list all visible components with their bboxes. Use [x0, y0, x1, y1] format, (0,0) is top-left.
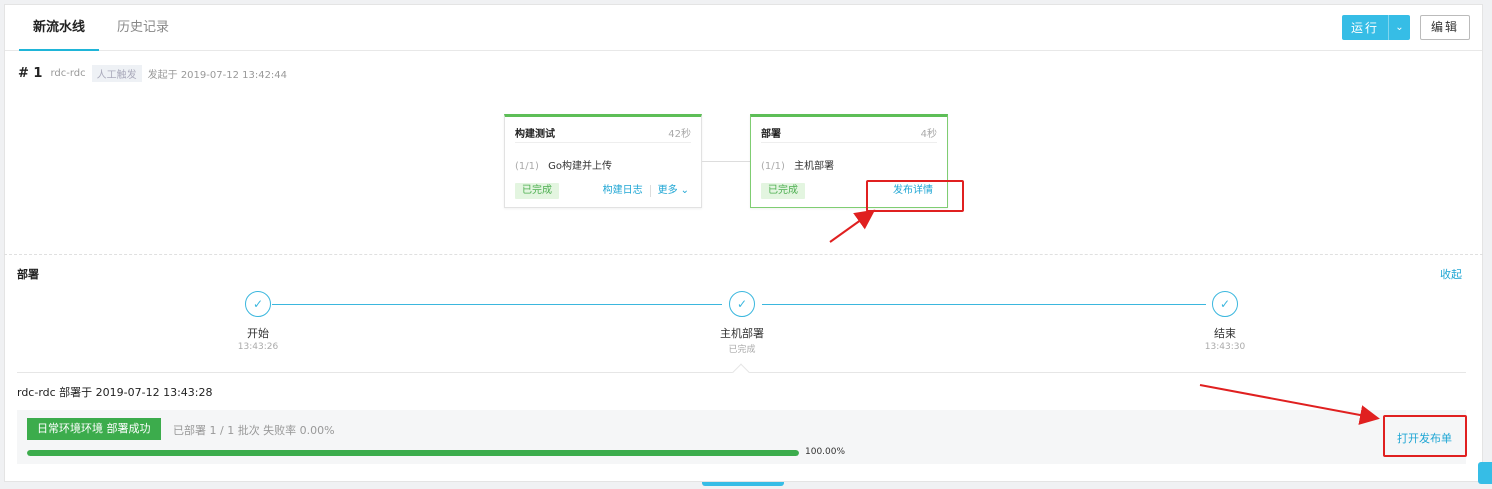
chevron-down-icon[interactable]: ⌄ [681, 183, 689, 199]
bottom-drawer-handle[interactable] [702, 482, 784, 486]
step-track [272, 304, 722, 305]
stage-card-header: 部署 4秒 [761, 125, 937, 143]
run-info: # 1 rdc-rdc 人工触发 发起于 2019-07-12 13:42:44 [18, 64, 288, 82]
check-icon: ✓ [1212, 291, 1238, 317]
stage-duration: 4秒 [920, 129, 937, 140]
step-time-start: 13:43:26 [237, 342, 279, 352]
stage-links: 构建日志 更多 ⌄ [603, 183, 689, 199]
floating-help-button[interactable] [1478, 462, 1492, 484]
step-status-host-deploy: 已完成 [728, 345, 756, 355]
environment-status-badge[interactable]: 日常环境环境 部署成功 [27, 418, 161, 440]
link-divider [649, 185, 651, 197]
run-repo: rdc-rdc [50, 67, 86, 79]
check-icon: ✓ [729, 291, 755, 317]
stage-title: 构建测试 [515, 129, 555, 140]
deploy-progress-fill [27, 450, 799, 456]
annotation-box-open-release [1383, 415, 1467, 457]
step-label-host-deploy[interactable]: 主机部署 [682, 325, 802, 341]
step-time-end: 13:43:30 [1204, 342, 1246, 352]
section-divider [4, 254, 1483, 255]
job-count: (1/1) [515, 161, 539, 172]
step-label-start: 开始 [247, 327, 269, 340]
step-label-end: 结束 [1214, 327, 1236, 340]
deploy-progress-text: 100.00% [805, 447, 846, 457]
stage-connector [702, 161, 750, 162]
tab-bar: 新流水线 历史记录 运行 ⌄ 编辑 [5, 5, 1482, 51]
run-button[interactable]: 运行 ⌄ [1342, 15, 1410, 40]
step-track [762, 304, 1206, 305]
run-button-label: 运行 [1350, 21, 1379, 35]
run-start-time: 发起于 2019-07-12 13:42:44 [147, 69, 288, 81]
job-name: Go构建并上传 [548, 161, 612, 172]
check-icon: ✓ [245, 291, 271, 317]
more-link[interactable]: 更多 [658, 183, 678, 199]
stage-duration: 42秒 [668, 129, 691, 140]
stage-card-header: 构建测试 42秒 [515, 125, 691, 143]
stage-job[interactable]: (1/1) 主机部署 [761, 157, 834, 172]
stage-job[interactable]: (1/1) Go构建并上传 [515, 157, 612, 172]
edit-button[interactable]: 编辑 [1420, 15, 1470, 40]
annotation-box-release-detail [866, 180, 964, 212]
tab-new-pipeline[interactable]: 新流水线 [19, 5, 99, 51]
environment-row: 日常环境环境 部署成功 已部署 1 / 1 批次 失败率 0.00% 100.0… [17, 410, 1466, 464]
status-badge: 已完成 [761, 183, 805, 199]
deploy-progress-bar [27, 450, 799, 456]
job-name: 主机部署 [794, 161, 835, 172]
job-count: (1/1) [761, 161, 785, 172]
environment-batch-meta: 已部署 1 / 1 批次 失败率 0.00% [173, 424, 335, 437]
build-log-link[interactable]: 构建日志 [603, 183, 643, 199]
run-number: # 1 [18, 65, 43, 81]
collapse-link[interactable]: 收起 [1440, 266, 1462, 282]
tab-history[interactable]: 历史记录 [117, 5, 169, 51]
stage-card-build: 构建测试 42秒 (1/1) Go构建并上传 已完成 构建日志 更多 ⌄ [504, 114, 702, 208]
chevron-down-icon[interactable]: ⌄ [1389, 22, 1410, 33]
stage-title: 部署 [761, 129, 781, 140]
trigger-badge: 人工触发 [91, 64, 142, 82]
deploy-section-title: 部署 [17, 268, 39, 281]
status-badge: 已完成 [515, 183, 559, 199]
deploy-info: rdc-rdc 部署于 2019-07-12 13:43:28 [17, 386, 213, 399]
